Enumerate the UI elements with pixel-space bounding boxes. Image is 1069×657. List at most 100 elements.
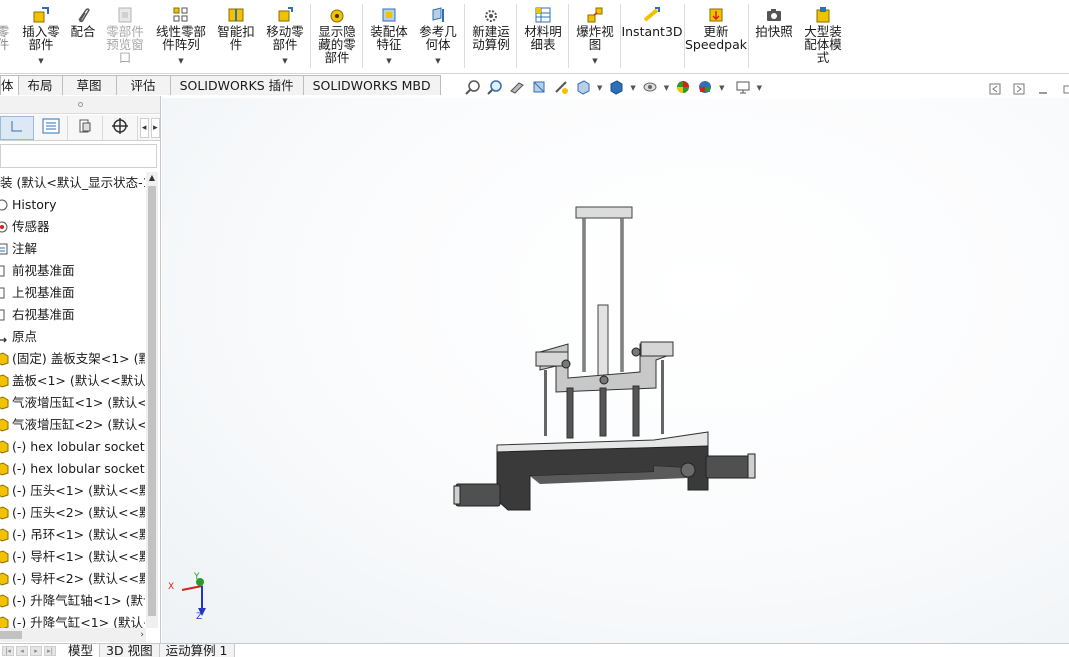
part-icon [0, 594, 10, 608]
scrollbar-thumb[interactable] [0, 631, 22, 639]
tree-node-annotations[interactable]: 注解 [0, 238, 145, 260]
tab-solidworks-addins[interactable]: SOLIDWORKS 插件 [169, 75, 304, 95]
hide-show-items-button[interactable] [639, 78, 661, 98]
tree-node-top-plane[interactable]: 上视基准面 [0, 282, 145, 304]
tree-node-component[interactable]: (-) 吊环<1> (默认<<默认 [0, 524, 145, 546]
pane-left-icon[interactable] [988, 82, 1002, 96]
chevron-down-icon[interactable]: ▼ [597, 84, 602, 92]
first-tab-icon[interactable]: |◂ [2, 646, 14, 656]
tree-node-component[interactable]: 盖板<1> (默认<<默认> [0, 370, 145, 392]
tree-node-component[interactable]: (-) 升降气缸<1> (默认< [0, 612, 145, 628]
tree-node-front-plane[interactable]: 前视基准面 [0, 260, 145, 282]
tab-assembly[interactable]: 体 [0, 75, 19, 95]
tree-vertical-scrollbar[interactable]: ▲ [146, 172, 158, 628]
minimize-icon[interactable] [1036, 82, 1050, 96]
chevron-down-icon[interactable]: ▼ [38, 57, 43, 65]
tree-node-label: (-) 升降气缸<1> (默认< [12, 615, 145, 628]
ribbon-edit-component-button[interactable]: 零件 [0, 0, 12, 72]
tree-node-component[interactable]: 气液增压缸<2> (默认<< [0, 414, 145, 436]
chevron-down-icon[interactable]: ▼ [664, 84, 669, 92]
graphics-viewport[interactable]: X Y Z [162, 98, 1069, 644]
tab-3d-view[interactable]: 3D 视图 [100, 644, 160, 657]
prev-tab-icon[interactable]: ◂ [16, 646, 28, 656]
chevron-down-icon[interactable]: ▼ [757, 84, 762, 92]
tab-sketch[interactable]: 草图 [61, 75, 117, 95]
tree-node-origin[interactable]: 原点 [0, 326, 145, 348]
previous-view-button[interactable] [506, 78, 528, 98]
feature-manager-tab[interactable] [0, 115, 34, 140]
tabs-scroll-right-icon[interactable]: ▸ [150, 117, 161, 138]
zoom-to-fit-button[interactable] [462, 78, 484, 98]
bill-of-materials-button[interactable]: 材料明 细表 [520, 0, 566, 72]
pane-right-icon[interactable] [1012, 82, 1026, 96]
zoom-to-area-button[interactable] [484, 78, 506, 98]
large-assembly-mode-button[interactable]: 大型装 配体模 式 [800, 0, 846, 72]
update-speedpak-button[interactable]: 更新 Speedpak [685, 0, 747, 72]
chevron-down-icon[interactable]: ▼ [435, 57, 440, 65]
tree-node-right-plane[interactable]: 右视基准面 [0, 304, 145, 326]
show-hidden-components-button[interactable]: 显示隐 藏的零 部件 [314, 0, 360, 72]
linear-pattern-button[interactable]: 线性零部 件阵列 ▼ [152, 0, 210, 72]
view-settings-button[interactable] [732, 78, 754, 98]
next-tab-icon[interactable]: ▸ [30, 646, 42, 656]
exploded-view-button[interactable]: 爆炸视 图 ▼ [572, 0, 618, 72]
edit-appearance-button[interactable] [672, 78, 694, 98]
view-orientation-button[interactable] [572, 78, 594, 98]
assembly-model-view[interactable] [162, 98, 1069, 644]
tree-node-component[interactable]: (-) hex lobular socket h [0, 436, 145, 458]
tabs-scroll-left-icon[interactable]: ◂ [139, 117, 149, 138]
scroll-up-icon[interactable]: ▲ [146, 172, 158, 184]
chevron-down-icon[interactable]: ▼ [719, 84, 724, 92]
instant3d-button[interactable]: Instant3D [621, 0, 683, 72]
tree-horizontal-scrollbar[interactable]: › [0, 628, 146, 642]
tree-filter-input[interactable] [0, 144, 157, 168]
configuration-manager-tab[interactable] [68, 115, 103, 140]
dimxpert-manager-tab[interactable] [103, 115, 138, 140]
apply-scene-button[interactable] [694, 78, 716, 98]
scrollbar-thumb[interactable] [148, 186, 156, 616]
reference-geometry-button[interactable]: 参考几 何体 ▼ [414, 0, 462, 72]
smart-fastener-icon [227, 6, 245, 24]
insert-component-button[interactable]: 插入零 部件 ▼ [18, 0, 64, 72]
tab-motion-study-1[interactable]: 运动算例 1 [159, 644, 235, 657]
tree-node-component[interactable]: (-) 升降气缸轴<1> (默认 [0, 590, 145, 612]
tab-model[interactable]: 模型 [62, 644, 101, 657]
dynamic-annotation-button[interactable] [550, 78, 572, 98]
tree-node-component[interactable]: (-) 导杆<2> (默认<<默认 [0, 568, 145, 590]
chevron-down-icon[interactable]: ▼ [178, 57, 183, 65]
mate-button[interactable]: 配合 [66, 0, 100, 72]
panel-collapse-handle[interactable] [0, 96, 160, 114]
assembly-features-button[interactable]: 装配体 特征 ▼ [366, 0, 412, 72]
chevron-down-icon[interactable]: ▼ [386, 57, 391, 65]
move-component-button[interactable]: 移动零 部件 ▼ [262, 0, 308, 72]
chevron-down-icon[interactable]: ▼ [282, 57, 287, 65]
tree-node-component[interactable]: (-) hex lobular socket h [0, 458, 145, 480]
last-tab-icon[interactable]: ▸| [44, 646, 56, 656]
component-preview-button[interactable]: 零部件 预览窗 口 [102, 0, 148, 72]
tree-node-sensors[interactable]: 传感器 [0, 216, 145, 238]
section-view-button[interactable] [528, 78, 550, 98]
new-motion-study-button[interactable]: 新建运 动算例 [468, 0, 514, 72]
restore-icon[interactable] [1060, 82, 1069, 96]
tree-node-component[interactable]: (-) 导杆<1> (默认<<默认 [0, 546, 145, 568]
chevron-down-icon[interactable]: ▼ [630, 84, 635, 92]
chevron-down-icon[interactable]: ▼ [592, 57, 597, 65]
tab-layout[interactable]: 布局 [17, 75, 63, 95]
tree-node-label: 气液增压缸<2> (默认<< [12, 417, 145, 432]
tree-root-assembly[interactable]: 装 (默认<默认_显示状态-1 [0, 172, 145, 194]
tab-solidworks-mbd[interactable]: SOLIDWORKS MBD [302, 75, 441, 95]
tab-evaluate[interactable]: 评估 [115, 75, 171, 95]
tree-node-component[interactable]: (-) 压头<2> (默认<<默认 [0, 502, 145, 524]
smart-fasteners-button[interactable]: 智能扣 件 [214, 0, 258, 72]
tree-node-component[interactable]: (固定) 盖板支架<1> (默认 [0, 348, 145, 370]
display-style-button[interactable] [605, 78, 627, 98]
property-manager-tab[interactable] [34, 115, 69, 140]
tree-node-label: 右视基准面 [12, 307, 75, 322]
tree-node-label: (-) 导杆<1> (默认<<默认 [12, 549, 145, 564]
take-snapshot-button[interactable]: 拍快照 [752, 0, 796, 72]
tree-node-component[interactable]: (-) 压头<1> (默认<<默认 [0, 480, 145, 502]
tree-node-component[interactable]: 气液增压缸<1> (默认<< [0, 392, 145, 414]
appearance-icon [675, 79, 691, 98]
scroll-right-icon[interactable]: › [140, 628, 144, 642]
tree-node-history[interactable]: History [0, 194, 145, 216]
